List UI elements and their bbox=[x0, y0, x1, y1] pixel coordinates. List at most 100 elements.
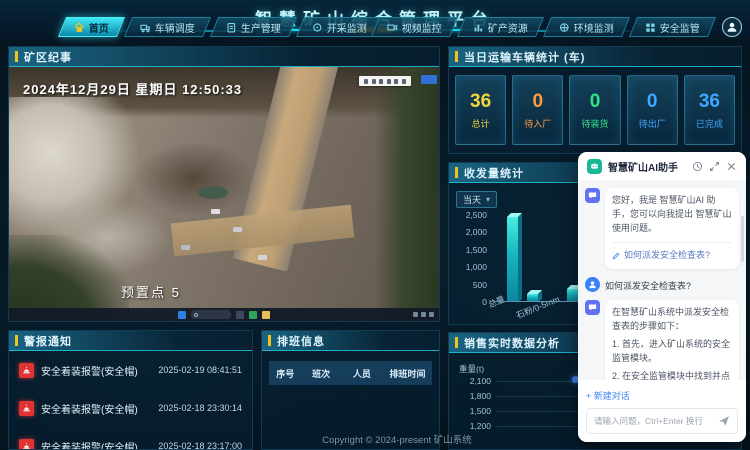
ai-conversation: 您好，我是 智慧矿山AI 助手，您可以向我提出 智慧矿山 使用问题。 如何派发安… bbox=[578, 180, 746, 380]
truck-icon bbox=[140, 22, 151, 33]
user-avatar[interactable] bbox=[722, 17, 742, 37]
chevron-down-icon: ▾ bbox=[486, 195, 490, 204]
bar-total bbox=[507, 217, 518, 301]
ai-step: 1. 首先，进入矿山系统的安全监管模块。 bbox=[612, 338, 732, 366]
tab-label: 安全监管 bbox=[660, 20, 700, 35]
ai-footer: + 新建对话 bbox=[578, 380, 746, 442]
ai-title: 智慧矿山AI助手 bbox=[608, 159, 686, 174]
ai-question-input[interactable] bbox=[594, 416, 714, 426]
send-icon[interactable] bbox=[718, 415, 730, 427]
nav-left: 首页 车辆调度 生产管理 开采监测 bbox=[62, 17, 379, 37]
clipboard-icon bbox=[226, 22, 237, 33]
history-icon[interactable] bbox=[692, 161, 703, 172]
dashboard-root: 智慧矿山综合管理平台 首页 车辆调度 生产管理 bbox=[0, 0, 750, 450]
bot-avatar-icon bbox=[585, 188, 600, 203]
ptz-toolbar[interactable] bbox=[359, 76, 411, 86]
alarm-row[interactable]: 安全着装报警(安全帽) 2025-02-18 23:30:14 bbox=[9, 389, 252, 427]
tab-label: 环境监测 bbox=[574, 20, 614, 35]
y-axis-title: 重量(t) bbox=[459, 363, 484, 375]
pen-icon bbox=[612, 252, 620, 260]
panel-title: 当日运输车辆统计 (车) bbox=[464, 49, 585, 65]
video-corner-widget bbox=[421, 75, 437, 84]
tab-mineral-resources[interactable]: 矿产资源 bbox=[457, 17, 544, 37]
schedule-table-header: 序号 班次 人员 排班时间 bbox=[269, 361, 432, 385]
bar bbox=[567, 289, 578, 301]
stat-completed: 36 已完成 bbox=[684, 75, 735, 145]
bar-chart-icon bbox=[473, 22, 484, 33]
col-time: 排班时间 bbox=[383, 367, 432, 380]
taskbar-app-icon[interactable] bbox=[249, 311, 257, 319]
ai-assistant-panel: 智慧矿山AI助手 您好，我是 智慧矿山AI 助手，您可以向我提出 智慧矿山 使用… bbox=[578, 152, 746, 442]
grid-icon bbox=[645, 22, 656, 33]
stat-value: 36 bbox=[699, 91, 720, 113]
start-icon[interactable] bbox=[178, 311, 186, 319]
stat-label: 已完成 bbox=[696, 117, 723, 130]
suggestion-label: 如何派发安全检查表? bbox=[624, 249, 710, 263]
time-filter-dropdown[interactable]: 当天 ▾ bbox=[456, 191, 497, 208]
stat-total: 36 总计 bbox=[455, 75, 506, 145]
preset-label: 预置点 5 bbox=[121, 282, 181, 301]
ai-step: 2. 在安全监管模块中找到并点击“安全检查”选项。 bbox=[612, 370, 732, 381]
stat-value: 0 bbox=[647, 91, 658, 113]
bot-message: 在智慧矿山系统中派发安全检查表的步骤如下： 1. 首先，进入矿山系统的安全监管模… bbox=[585, 300, 739, 380]
tab-label: 开采监测 bbox=[327, 20, 367, 35]
stat-value: 0 bbox=[590, 91, 601, 113]
taskbar-app-icon[interactable] bbox=[236, 311, 244, 319]
environment-icon bbox=[559, 22, 570, 33]
user-question: 如何派发安全检查表? bbox=[605, 277, 691, 292]
stat-waiting-exit: 0 待出厂 bbox=[627, 75, 678, 145]
tab-mining-monitor[interactable]: 开采监测 bbox=[296, 17, 383, 37]
col-personnel: 人员 bbox=[341, 367, 383, 380]
ai-input-row bbox=[586, 408, 738, 434]
video-feed[interactable]: 2024年12月29日 星期日 12:50:33 预置点 5 bbox=[9, 67, 439, 321]
stat-value: 36 bbox=[470, 91, 491, 113]
remote-desktop-taskbar bbox=[9, 308, 439, 321]
tab-environment-monitor[interactable]: 环境监测 bbox=[543, 17, 630, 37]
scrollbar[interactable] bbox=[741, 216, 744, 262]
taskbar-search[interactable] bbox=[191, 310, 231, 319]
stat-value: 0 bbox=[533, 91, 544, 113]
alarm-row[interactable]: 安全着装报警(安全帽) 2025-02-19 08:41:51 bbox=[9, 351, 252, 389]
mine-events-panel: 矿区纪事 2024年12月29日 星期日 12:50:33 预置点 5 bbox=[8, 46, 440, 322]
user-avatar-icon bbox=[585, 277, 600, 292]
panel-title: 收发量统计 bbox=[464, 165, 524, 181]
tab-label: 视频监控 bbox=[402, 20, 442, 35]
suggested-question[interactable]: 如何派发安全检查表? bbox=[612, 242, 732, 263]
ai-greeting: 您好，我是 智慧矿山AI 助手，您可以向我提出 智慧矿山 使用问题。 bbox=[612, 194, 732, 236]
panel-title: 警报通知 bbox=[24, 333, 72, 349]
new-chat-link[interactable]: + 新建对话 bbox=[586, 389, 630, 402]
tab-production-mgmt[interactable]: 生产管理 bbox=[210, 17, 297, 37]
tab-home-label: 首页 bbox=[89, 20, 109, 35]
tab-safety-supervision[interactable]: 安全监管 bbox=[629, 17, 716, 37]
stat-waiting-load: 0 待装货 bbox=[569, 75, 620, 145]
panel-title: 矿区纪事 bbox=[24, 49, 72, 65]
close-icon[interactable] bbox=[726, 161, 737, 172]
mine-events-header: 矿区纪事 bbox=[9, 47, 439, 67]
tab-home[interactable]: 首页 bbox=[58, 17, 125, 37]
tab-vehicle-dispatch[interactable]: 车辆调度 bbox=[124, 17, 211, 37]
home-icon bbox=[74, 22, 85, 33]
alarm-label: 安全着装报警(安全帽) bbox=[41, 401, 151, 416]
siren-icon bbox=[19, 401, 34, 416]
stat-label: 待出厂 bbox=[639, 117, 666, 130]
nav-right: 视频监控 矿产资源 环境监测 安全监管 bbox=[375, 17, 712, 37]
tab-label: 矿产资源 bbox=[488, 20, 528, 35]
expand-icon[interactable] bbox=[709, 161, 720, 172]
ai-header: 智慧矿山AI助手 bbox=[578, 152, 746, 180]
tab-label: 车辆调度 bbox=[155, 20, 195, 35]
alarm-time: 2025-02-18 23:30:14 bbox=[158, 403, 242, 413]
bot-avatar-icon bbox=[585, 300, 600, 315]
col-index: 序号 bbox=[269, 367, 302, 380]
panel-title: 销售实时数据分析 bbox=[464, 335, 560, 351]
tab-video-monitor[interactable]: 视频监控 bbox=[371, 17, 458, 37]
stat-waiting-entry: 0 待入厂 bbox=[512, 75, 563, 145]
video-datetime-overlay: 2024年12月29日 星期日 12:50:33 bbox=[23, 79, 242, 98]
y-axis-ticks: 2,500 2,000 1,500 1,000 500 0 bbox=[457, 215, 487, 302]
col-shift: 班次 bbox=[302, 367, 341, 380]
stat-label: 待入厂 bbox=[524, 117, 551, 130]
monitor-icon bbox=[312, 22, 323, 33]
user-message: 如何派发安全检查表? bbox=[585, 277, 739, 292]
siren-icon bbox=[19, 363, 34, 378]
vehicle-stats-panel: 当日运输车辆统计 (车) 36 总计 0 待入厂 0 待装货 0 待出厂 36 … bbox=[448, 46, 742, 154]
folder-icon[interactable] bbox=[262, 311, 270, 319]
